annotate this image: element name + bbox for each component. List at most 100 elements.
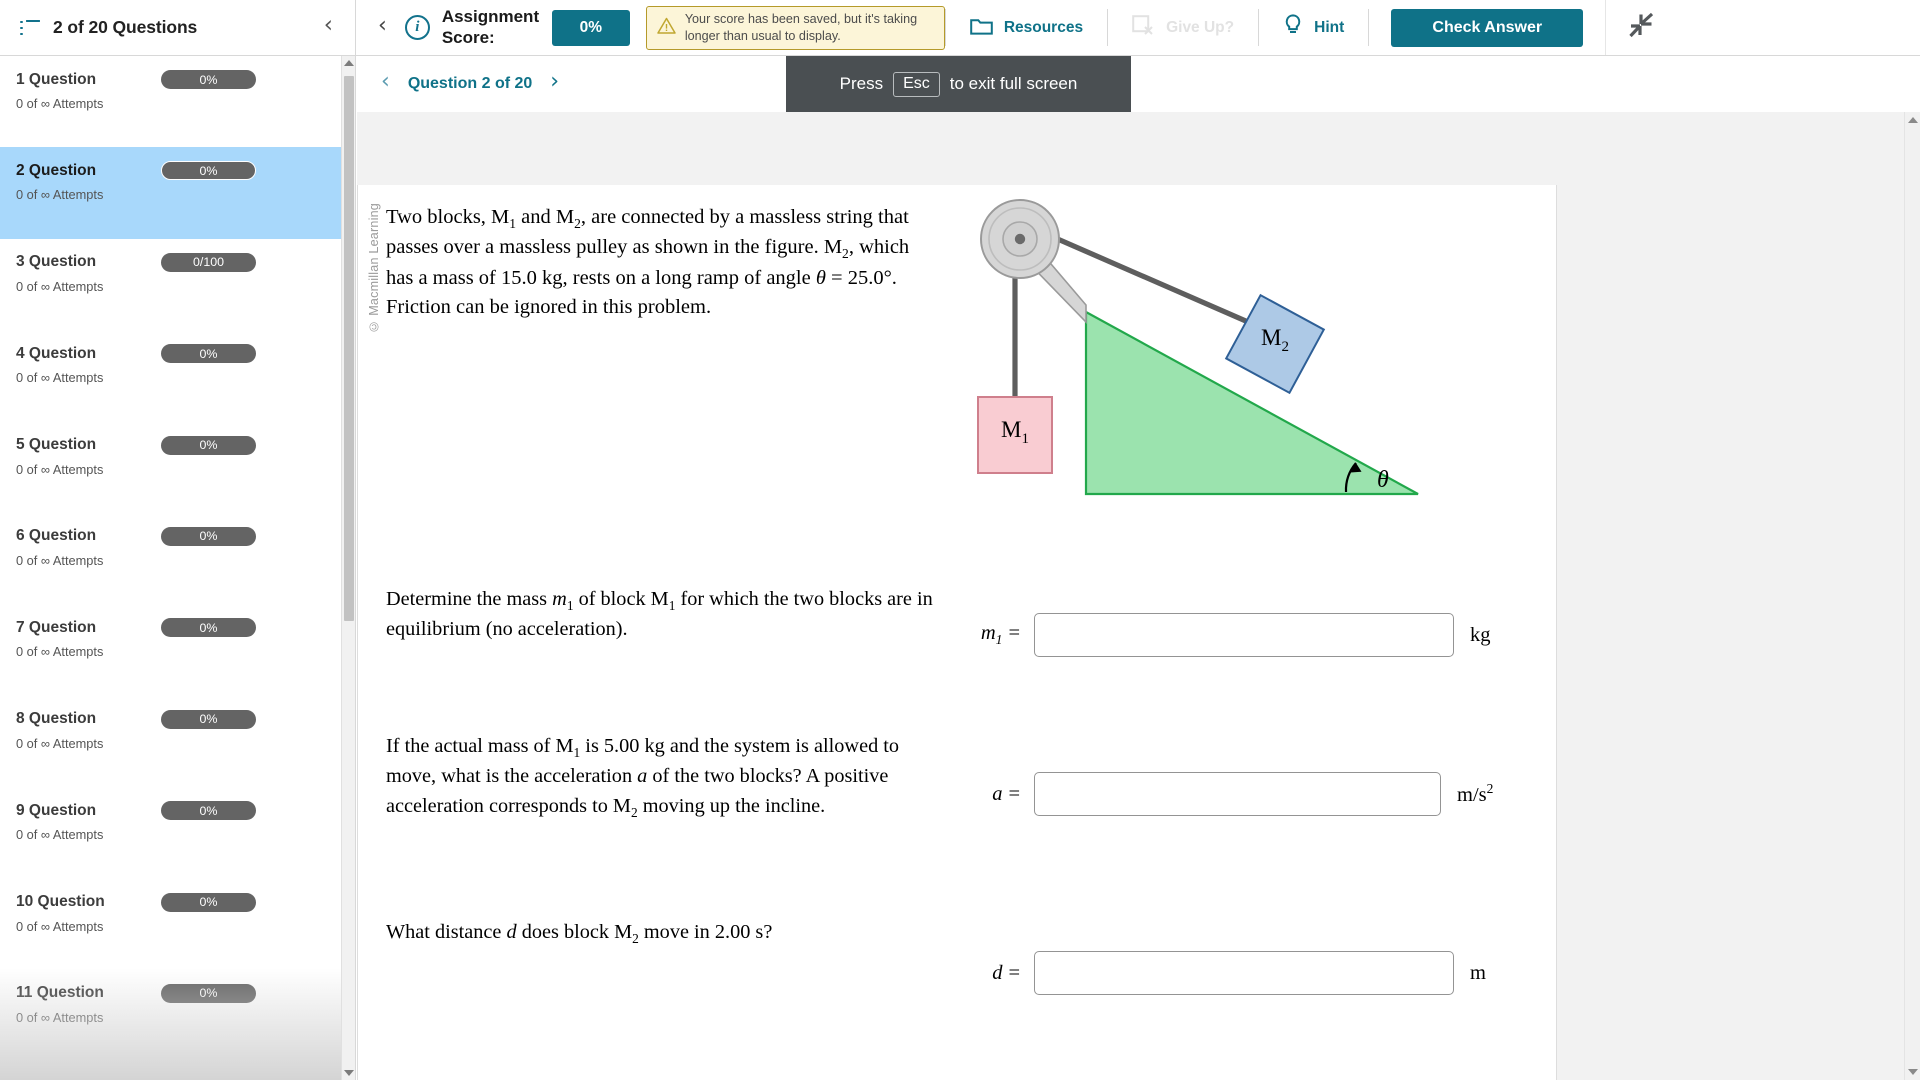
question-name: 2 Question: [16, 161, 97, 179]
question-attempts: 0 of ∞ Attempts: [16, 918, 104, 934]
back-button[interactable]: ‹: [378, 14, 405, 41]
content-scrollbar[interactable]: [1904, 112, 1920, 1080]
part-3-unit: m: [1470, 961, 1486, 984]
check-answer-group: Check Answer: [1369, 0, 1605, 55]
check-answer-button[interactable]: Check Answer: [1391, 8, 1584, 47]
question-attempts: 0 of ∞ Attempts: [16, 735, 104, 751]
box-x-icon: [1132, 14, 1155, 41]
question-sidebar: 1 Question 0% 0 of ∞ Attempts 2 Question 0% 0…: [0, 56, 356, 1080]
exit-fullscreen-button[interactable]: [1605, 0, 1677, 55]
question-name: 3 Question: [16, 253, 97, 271]
hint-button[interactable]: Hint: [1259, 0, 1368, 55]
question-name: 4 Question: [16, 344, 97, 362]
pulley-axle: [1014, 233, 1026, 245]
question-score-pill: 0%: [161, 892, 256, 912]
question-nav-title[interactable]: Question 2 of 20: [408, 75, 532, 93]
lightbulb-icon: [1283, 14, 1303, 41]
question-name: 5 Question: [16, 436, 97, 454]
sidebar-question-1[interactable]: 1 Question 0% 0 of ∞ Attempts: [0, 56, 341, 147]
part-1-unit: kg: [1470, 623, 1491, 646]
question-attempts: 0 of ∞ Attempts: [16, 187, 104, 203]
list-icon[interactable]: [20, 19, 40, 36]
sidebar-scrollbar[interactable]: [341, 56, 355, 1080]
question-score-pill: 0%: [161, 801, 256, 821]
sidebar-question-6[interactable]: 6 Question 0% 0 of ∞ Attempts: [0, 513, 341, 604]
sidebar-question-5[interactable]: 5 Question 0% 0 of ∞ Attempts: [0, 422, 341, 513]
scroll-up-arrow[interactable]: [342, 56, 355, 70]
question-score-pill: 0%: [161, 70, 256, 89]
give-up-button: Give Up?: [1108, 0, 1258, 55]
resources-button[interactable]: Resources: [946, 0, 1107, 55]
sidebar-question-9[interactable]: 9 Question 0% 0 of ∞ Attempts: [0, 787, 341, 878]
assignment-score-label: Assignment Score:: [441, 7, 540, 47]
content-scroll-down[interactable]: [1905, 1064, 1920, 1080]
part-1-variable: m1 =: [980, 621, 1020, 648]
question-name: 1 Question: [16, 70, 97, 88]
question-score-pill: 0%: [161, 618, 256, 638]
a-answer-input[interactable]: [1034, 772, 1441, 816]
score-warning-banner: Your score has been saved, but it's taki…: [645, 5, 945, 50]
question-score-pill: 0%: [161, 526, 256, 546]
question-name: 6 Question: [16, 527, 97, 545]
question-score-pill: 0%: [161, 161, 256, 181]
part-2-answer-row: a = m/s2: [968, 772, 1493, 816]
top-toolbar: 2 of 20 Questions ‹ ‹ i Assignment Score…: [0, 0, 1920, 56]
next-question-button[interactable]: ›: [550, 71, 559, 97]
prev-question-button[interactable]: ‹: [381, 71, 390, 97]
toast-suffix: to exit full screen: [949, 74, 1078, 93]
question-count-title: 2 of 20 Questions: [53, 17, 198, 37]
sidebar-question-3[interactable]: 3 Question 0/100 0 of ∞ Attempts: [0, 239, 341, 330]
question-attempts: 0 of ∞ Attempts: [16, 370, 104, 386]
main-content: ‹ Question 2 of 20 › © Macmillan Learnin…: [357, 56, 1920, 1080]
sidebar-collapse-button[interactable]: ‹: [320, 14, 337, 41]
sidebar-header: 2 of 20 Questions ‹: [0, 0, 356, 55]
question-attempts: 0 of ∞ Attempts: [16, 827, 104, 843]
question-attempts: 0 of ∞ Attempts: [16, 552, 104, 568]
question-score-pill: 0%: [161, 435, 256, 455]
question-attempts: 0 of ∞ Attempts: [16, 1009, 104, 1025]
content-scroll-up[interactable]: [1905, 112, 1920, 128]
sidebar-question-4[interactable]: 4 Question 0% 0 of ∞ Attempts: [0, 330, 341, 421]
question-navigation: ‹ Question 2 of 20 ›: [357, 56, 1920, 112]
toast-prefix: Press: [839, 74, 884, 93]
m1-answer-input[interactable]: [1034, 613, 1454, 657]
sidebar-question-2[interactable]: 2 Question 0% 0 of ∞ Attempts: [0, 147, 341, 239]
question-score-pill: 0/100: [161, 252, 256, 272]
question-name: 7 Question: [16, 618, 97, 636]
score-warning-text: Your score has been saved, but it's taki…: [684, 11, 918, 43]
sidebar-question-7[interactable]: 7 Question 0% 0 of ∞ Attempts: [0, 604, 341, 695]
give-up-label: Give Up?: [1166, 18, 1235, 36]
sidebar-question-10[interactable]: 10 Question 0% 0 of ∞ Attempts: [0, 879, 341, 970]
macmillan-watermark: © Macmillan Learning: [367, 203, 381, 334]
part-3-prompt: What distance d does block M2 move in 2.…: [386, 921, 773, 947]
part-3-variable: d =: [992, 961, 1020, 984]
theta-label: θ: [1377, 467, 1389, 493]
resources-label: Resources: [1003, 18, 1084, 36]
d-answer-input[interactable]: [1034, 951, 1454, 995]
scroll-down-arrow[interactable]: [342, 1066, 355, 1080]
sidebar-question-8[interactable]: 8 Question 0% 0 of ∞ Attempts: [0, 696, 341, 787]
question-score-pill: 0%: [161, 709, 256, 729]
assignment-score-group: ‹ i Assignment Score: 0%: [356, 0, 630, 55]
warning-triangle-icon: [657, 17, 677, 36]
question-score-pill: 0%: [161, 344, 256, 364]
part-1-prompt: Determine the mass m1 of block M1 for wh…: [386, 588, 933, 641]
hint-label: Hint: [1314, 18, 1345, 36]
assignment-score-value[interactable]: 0%: [551, 9, 630, 46]
collapse-arrows-icon: [1627, 10, 1657, 45]
info-circle-icon[interactable]: i: [404, 15, 430, 40]
folder-icon: [970, 16, 993, 40]
question-attempts: 0 of ∞ Attempts: [16, 644, 104, 660]
part-2-unit: m/s2: [1457, 781, 1494, 806]
physics-figure: M1 M2 θ: [958, 197, 1518, 532]
question-attempts: 0 of ∞ Attempts: [16, 461, 104, 477]
question-attempts: 0 of ∞ Attempts: [16, 96, 104, 111]
part-2-prompt: If the actual mass of M1 is 5.00 kg and …: [386, 735, 900, 820]
esc-key-badge: Esc: [893, 71, 940, 97]
question-canvas: © Macmillan Learning Two blocks, M1 and …: [357, 112, 1904, 1080]
question-attempts: 0 of ∞ Attempts: [16, 278, 104, 294]
question-stem: Two blocks, M1 and M2, are connected by …: [386, 206, 910, 318]
sidebar-question-11[interactable]: 11 Question 0% 0 of ∞ Attempts: [0, 970, 341, 1061]
question-list: 1 Question 0% 0 of ∞ Attempts 2 Question 0% 0…: [0, 56, 341, 1080]
scrollbar-thumb[interactable]: [344, 76, 354, 621]
